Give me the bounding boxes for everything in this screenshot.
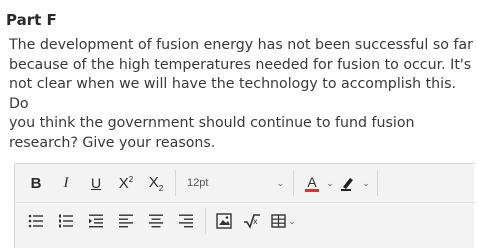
superscript-mark: 2 [128,174,134,184]
superscript-icon: X2 [119,175,133,192]
question-text: The development of fusion energy has not… [9,36,475,154]
part-heading: Part F [6,11,57,29]
chevron-down-icon: ⌄ [276,177,284,188]
indent-icon [88,214,104,228]
unordered-list-icon [28,214,44,228]
question-line: research? Give your reasons. [9,134,216,151]
toolbar-divider [293,170,294,196]
text-color-dropdown[interactable]: ⌄ [324,169,336,197]
equation-icon: x [243,213,261,229]
unordered-list-button[interactable] [25,207,47,235]
align-center-button[interactable] [145,207,167,235]
question-line: not clear when we will have the technolo… [9,76,456,112]
image-icon [216,213,232,229]
svg-text:x: x [253,217,258,226]
subscript-icon: X2 [149,174,163,193]
question-line: The development of fusion energy has not… [9,37,473,53]
align-right-button[interactable] [175,207,197,235]
toolbar-divider [205,208,206,234]
question-line: you think the government should continue… [9,115,415,132]
table-icon [270,214,286,228]
text-color-icon: A [305,173,319,192]
toolbar-divider [377,170,378,196]
chevron-down-icon: ⌄ [362,177,370,188]
ordered-list-icon [58,214,74,228]
underline-icon: U [90,175,102,191]
underline-button[interactable]: U [85,169,107,197]
subscript-mark: 2 [158,183,164,193]
bold-button[interactable]: B [25,169,47,197]
rich-text-editor[interactable]: B I U X2 X2 12pt ⌄ A ⌄ ⌄ x ⌄ [14,163,475,248]
ordered-list-button[interactable] [55,207,77,235]
toolbar-divider [175,170,176,196]
superscript-base: X [118,174,129,192]
align-right-icon [178,214,194,228]
subscript-button[interactable]: X2 [143,169,169,197]
bold-icon: B [30,174,42,192]
text-color-button[interactable]: A [301,169,323,197]
highlight-button[interactable] [337,169,359,197]
highlight-dropdown[interactable]: ⌄ [360,169,372,197]
insert-table-button[interactable] [269,207,287,235]
italic-icon: I [63,174,69,191]
align-center-icon [148,214,164,228]
highlight-icon [339,174,357,192]
superscript-button[interactable]: X2 [113,169,139,197]
insert-equation-button[interactable]: x [241,207,263,235]
question-line: because of the high temperatures needed … [9,56,472,73]
subscript-base: X [148,173,159,191]
chevron-down-icon: ⌄ [288,215,296,226]
indent-button[interactable] [85,207,107,235]
italic-button[interactable]: I [55,169,77,197]
chevron-down-icon: ⌄ [326,177,334,188]
insert-image-button[interactable] [213,207,235,235]
align-left-button[interactable] [115,207,137,235]
toolbar-row-formatting: B I U X2 X2 12pt ⌄ A ⌄ ⌄ [15,164,475,203]
table-dropdown[interactable]: ⌄ [287,207,297,235]
align-left-icon [118,214,134,228]
toolbar-row-paragraph: x ⌄ [15,202,475,240]
font-size-select[interactable]: 12pt ⌄ [183,173,288,193]
font-size-value: 12pt [187,177,209,189]
